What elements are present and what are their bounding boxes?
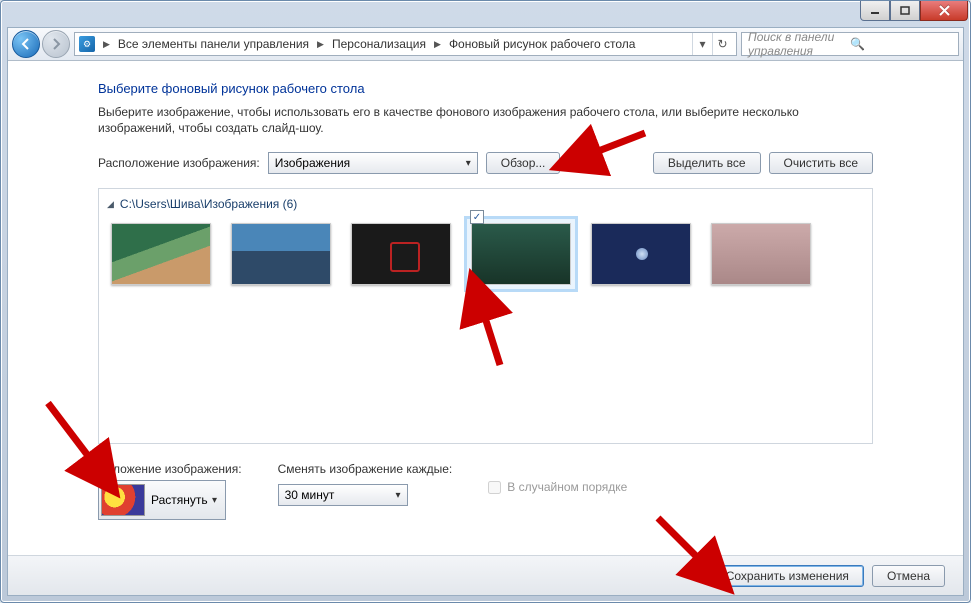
group-path: C:\Users\Шива\Изображения (6) — [120, 197, 297, 211]
page-title: Выберите фоновый рисунок рабочего стола — [98, 81, 873, 96]
breadcrumb-dropdown[interactable]: ▾ — [692, 33, 712, 55]
breadcrumb-seg[interactable]: Все элементы панели управления — [118, 37, 309, 51]
wallpaper-thumb-selected[interactable]: ✓ — [471, 223, 571, 285]
location-combo[interactable]: Изображения — [268, 152, 478, 174]
back-button[interactable] — [12, 30, 40, 58]
shuffle-checkbox[interactable]: В случайном порядке — [488, 480, 627, 494]
maximize-button[interactable] — [890, 1, 920, 21]
titlebar[interactable] — [1, 1, 970, 27]
position-label: Положение изображения: — [98, 462, 242, 476]
position-combo[interactable]: Растянуть — [98, 480, 226, 520]
thumb-checkbox[interactable]: ✓ — [470, 210, 484, 224]
breadcrumb[interactable]: ⚙ ▶ Все элементы панели управления ▶ Пер… — [74, 32, 737, 56]
options-row: Положение изображения: Растянуть Сменять… — [98, 462, 873, 520]
wallpaper-thumb[interactable] — [591, 223, 691, 285]
interval-combo[interactable]: 30 минут — [278, 484, 408, 506]
save-button[interactable]: Сохранить изменения — [711, 565, 864, 587]
interval-value: 30 минут — [285, 488, 335, 502]
action-bar: Сохранить изменения Отмена — [8, 555, 963, 595]
breadcrumb-seg[interactable]: Персонализация — [332, 37, 426, 51]
thumbnail-row: ✓ — [105, 219, 866, 289]
chevron-right-icon[interactable]: ▶ — [99, 39, 114, 50]
clear-all-button[interactable]: Очистить все — [769, 152, 873, 174]
wallpaper-thumb[interactable] — [111, 223, 211, 285]
wallpaper-thumb[interactable] — [351, 223, 451, 285]
position-preview-icon — [101, 484, 145, 516]
group-header[interactable]: ◢ C:\Users\Шива\Изображения (6) — [105, 197, 866, 211]
close-button[interactable] — [920, 1, 968, 21]
minimize-button[interactable] — [860, 1, 890, 21]
search-input[interactable]: Поиск в панели управления 🔍 — [741, 32, 959, 56]
search-icon[interactable]: 🔍 — [850, 37, 952, 51]
location-label: Расположение изображения: — [98, 156, 260, 170]
chevron-right-icon[interactable]: ▶ — [430, 39, 445, 50]
explorer-window: ⚙ ▶ Все элементы панели управления ▶ Пер… — [7, 27, 964, 596]
collapse-icon[interactable]: ◢ — [107, 199, 114, 210]
browse-button[interactable]: Обзор... — [486, 152, 561, 174]
window-frame: ⚙ ▶ Все элементы панели управления ▶ Пер… — [0, 0, 971, 603]
nav-bar: ⚙ ▶ Все элементы панели управления ▶ Пер… — [8, 28, 963, 61]
search-placeholder: Поиск в панели управления — [748, 30, 850, 58]
control-panel-icon: ⚙ — [79, 36, 95, 52]
image-list-panel: ◢ C:\Users\Шива\Изображения (6) ✓ — [98, 188, 873, 444]
shuffle-label: В случайном порядке — [507, 480, 627, 494]
location-value: Изображения — [275, 156, 350, 170]
interval-label: Сменять изображение каждые: — [278, 462, 453, 476]
shuffle-checkbox-input[interactable] — [488, 481, 501, 494]
position-value: Растянуть — [151, 493, 208, 507]
forward-button[interactable] — [42, 30, 70, 58]
refresh-button[interactable]: ↻ — [712, 33, 732, 55]
wallpaper-thumb[interactable] — [711, 223, 811, 285]
chevron-right-icon[interactable]: ▶ — [313, 39, 328, 50]
cancel-button[interactable]: Отмена — [872, 565, 945, 587]
select-all-button[interactable]: Выделить все — [653, 152, 761, 174]
content-area: Выберите фоновый рисунок рабочего стола … — [8, 61, 963, 555]
wallpaper-thumb[interactable] — [231, 223, 331, 285]
breadcrumb-seg[interactable]: Фоновый рисунок рабочего стола — [449, 37, 636, 51]
page-subtitle: Выберите изображение, чтобы использовать… — [98, 104, 873, 136]
